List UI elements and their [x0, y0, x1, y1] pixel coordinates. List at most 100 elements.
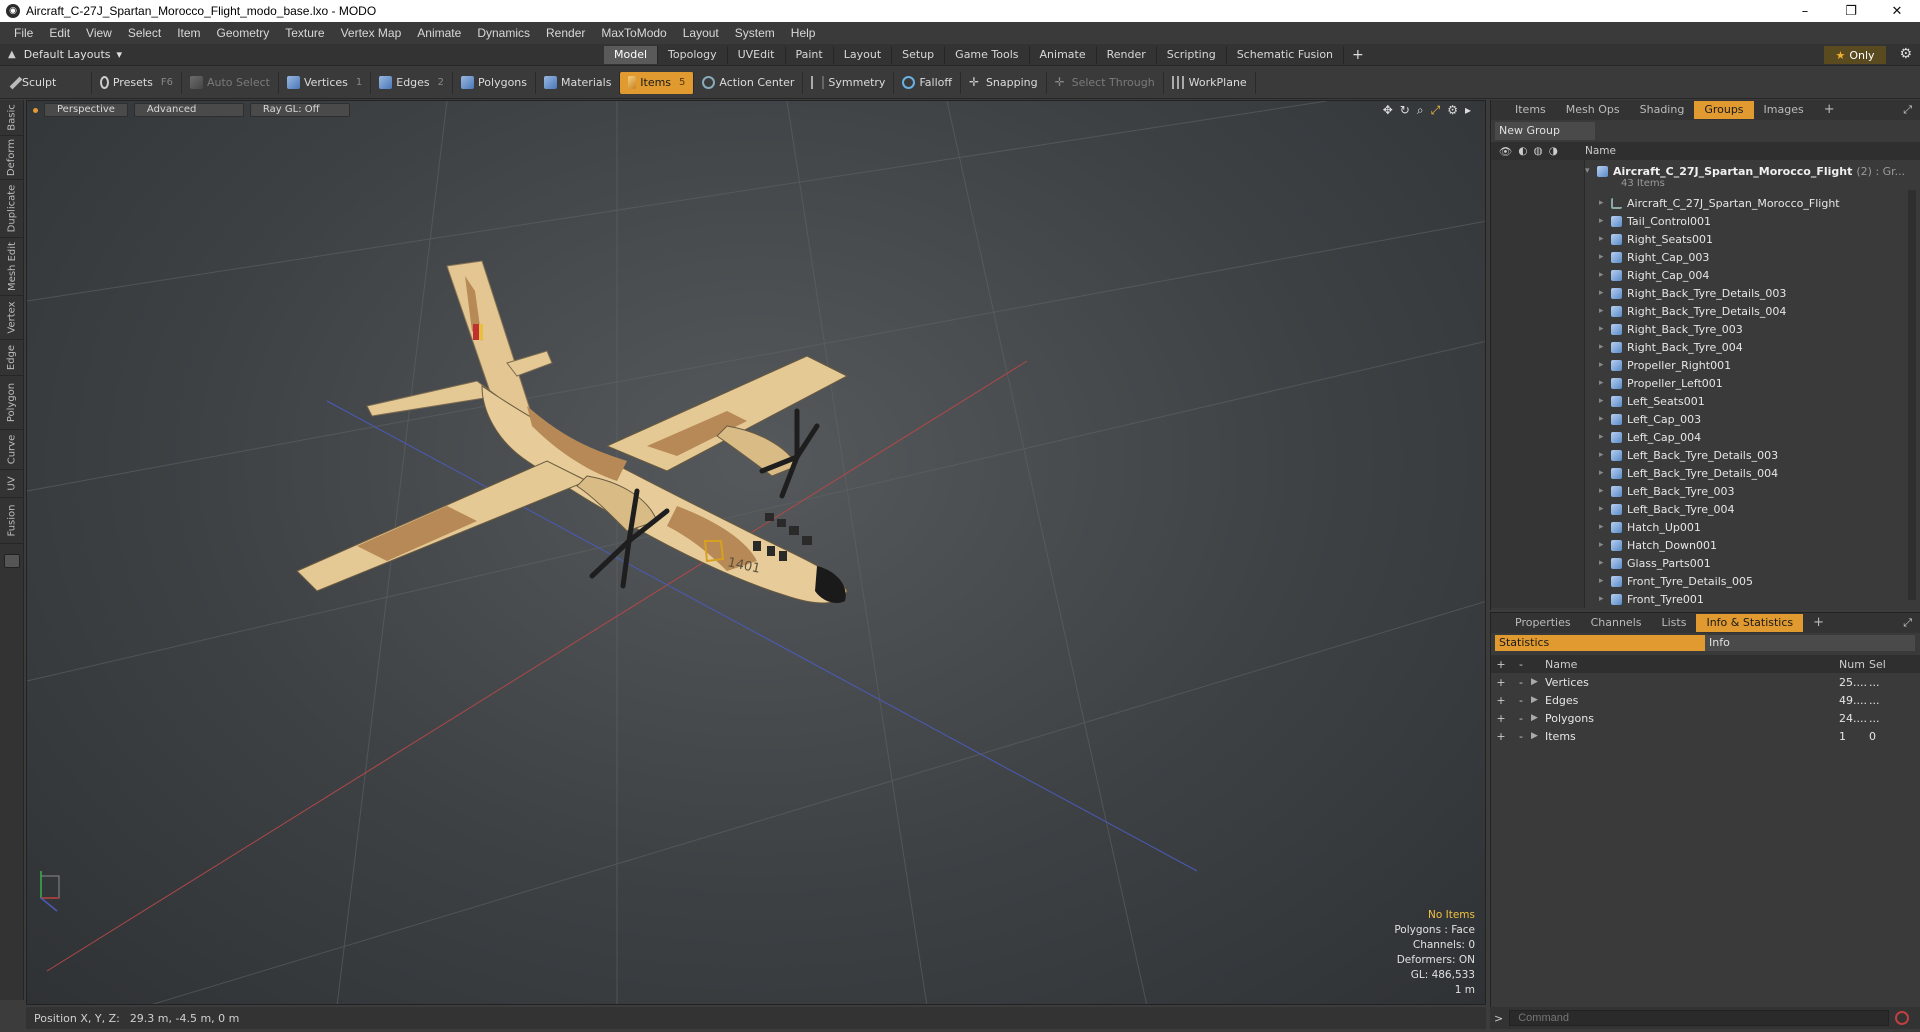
- expand-arrow-icon[interactable]: ▶: [1531, 731, 1543, 741]
- select-icon[interactable]: ◑: [1549, 145, 1558, 158]
- command-input[interactable]: [1509, 1010, 1890, 1026]
- menu-vertex-map[interactable]: Vertex Map: [333, 26, 410, 40]
- rotate-view-icon[interactable]: ↻: [1400, 103, 1410, 118]
- tab-game-tools[interactable]: Game Tools: [945, 46, 1030, 64]
- auto-select-button[interactable]: Auto Select: [182, 71, 279, 94]
- stat-row-items[interactable]: + - ▶ Items 1 0: [1491, 727, 1920, 745]
- 3d-viewport[interactable]: 1401 Perspective Advanced Ray GL: Off ✥ …: [26, 100, 1486, 1005]
- viewport-settings-icon[interactable]: ⚙: [1447, 103, 1458, 118]
- group-item-row[interactable]: ▸ Right_Back_Tyre_003: [1585, 320, 1743, 338]
- expand-arrow-icon[interactable]: ▸: [1599, 270, 1611, 280]
- items-scrollbar[interactable]: [1908, 190, 1916, 600]
- minimize-button[interactable]: –: [1782, 0, 1828, 22]
- vtab-mesh-edit[interactable]: Mesh Edit: [0, 238, 24, 296]
- vtab-polygon[interactable]: Polygon: [0, 376, 24, 430]
- name-column-header[interactable]: Name: [1585, 145, 1616, 157]
- view-mode-button[interactable]: Perspective: [44, 103, 128, 117]
- raygl-toggle[interactable]: Ray GL: Off: [249, 103, 350, 117]
- tab-topology[interactable]: Topology: [658, 46, 728, 64]
- shading-mode-button[interactable]: Advanced: [133, 103, 244, 117]
- expand-arrow-icon[interactable]: ▶: [1531, 713, 1543, 723]
- render-icon[interactable]: ◍: [1534, 145, 1543, 158]
- items-button[interactable]: Items 5: [620, 71, 695, 94]
- fit-view-icon[interactable]: ⤢: [1431, 103, 1441, 118]
- menu-dynamics[interactable]: Dynamics: [469, 26, 538, 40]
- lock-icon[interactable]: ◐: [1518, 145, 1527, 158]
- subtab-statistics[interactable]: Statistics: [1495, 635, 1705, 651]
- tab-info-statistics[interactable]: Info & Statistics: [1696, 614, 1804, 632]
- vtab-basic[interactable]: Basic: [0, 100, 24, 136]
- tab-uvedit[interactable]: UVEdit: [728, 46, 786, 64]
- panel-toggle-icon[interactable]: [4, 554, 20, 568]
- expand-arrow-icon[interactable]: ▸: [1599, 432, 1611, 442]
- tab-items[interactable]: Items: [1505, 101, 1556, 119]
- record-macro-icon[interactable]: [1895, 1011, 1910, 1025]
- tab-paint[interactable]: Paint: [786, 46, 834, 64]
- falloff-button[interactable]: Falloff: [894, 71, 961, 94]
- stat-row-polygons[interactable]: + - ▶ Polygons 24.... ...: [1491, 709, 1920, 727]
- expand-arrow-icon[interactable]: ▸: [1599, 540, 1611, 550]
- tab-groups[interactable]: Groups: [1694, 101, 1754, 119]
- remove-icon[interactable]: -: [1511, 730, 1531, 743]
- expand-arrow-icon[interactable]: ▸: [1599, 360, 1611, 370]
- expand-arrow-icon[interactable]: ▸: [1599, 306, 1611, 316]
- expand-arrow-icon[interactable]: ▸: [1599, 594, 1611, 604]
- expand-arrow-icon[interactable]: ▸: [1599, 558, 1611, 568]
- vtab-uv[interactable]: UV: [0, 470, 24, 498]
- group-item-row[interactable]: ▸ Left_Back_Tyre_Details_004: [1585, 464, 1778, 482]
- vtab-duplicate[interactable]: Duplicate: [0, 180, 24, 238]
- expand-arrow-icon[interactable]: ▸: [1599, 216, 1611, 226]
- collapse-arrow-icon[interactable]: ▾: [1585, 166, 1597, 176]
- expand-arrow-icon[interactable]: ▸: [1599, 486, 1611, 496]
- group-item-row[interactable]: ▸ Right_Back_Tyre_Details_004: [1585, 302, 1786, 320]
- tab-animate[interactable]: Animate: [1030, 46, 1097, 64]
- vtab-fusion[interactable]: Fusion: [0, 498, 24, 544]
- subtab-info[interactable]: Info: [1705, 635, 1915, 651]
- tab-model[interactable]: Model: [604, 46, 659, 64]
- tab-setup[interactable]: Setup: [892, 46, 946, 64]
- menu-texture[interactable]: Texture: [277, 26, 332, 40]
- workplane-button[interactable]: WorkPlane: [1164, 71, 1256, 94]
- menu-layout[interactable]: Layout: [675, 26, 727, 40]
- tab-render[interactable]: Render: [1097, 46, 1157, 64]
- group-item-row[interactable]: ▸ Left_Back_Tyre_Details_003: [1585, 446, 1778, 464]
- add-icon[interactable]: +: [1491, 676, 1511, 689]
- group-item-row[interactable]: ▸ Left_Back_Tyre_003: [1585, 482, 1734, 500]
- maximize-button[interactable]: ❐: [1828, 0, 1874, 22]
- menu-geometry[interactable]: Geometry: [209, 26, 278, 40]
- expand-arrow-icon[interactable]: ▸: [1599, 522, 1611, 532]
- menu-select[interactable]: Select: [120, 26, 169, 40]
- zoom-view-icon[interactable]: ⌕: [1417, 103, 1424, 118]
- add-tab-icon[interactable]: +: [1344, 46, 1372, 64]
- menu-view[interactable]: View: [78, 26, 120, 40]
- group-item-row[interactable]: ▸ Left_Cap_003: [1585, 410, 1701, 428]
- group-item-row[interactable]: ▸ Right_Cap_003: [1585, 248, 1709, 266]
- stat-name-header[interactable]: Name: [1543, 658, 1839, 671]
- edges-button[interactable]: Edges 2: [371, 71, 454, 94]
- action-center-button[interactable]: Action Center: [694, 71, 804, 94]
- expand-arrow-icon[interactable]: ▸: [1599, 234, 1611, 244]
- group-item-row[interactable]: ▸ Right_Back_Tyre_Details_003: [1585, 284, 1786, 302]
- add-icon[interactable]: +: [1491, 694, 1511, 707]
- expand-arrow-icon[interactable]: ▸: [1599, 324, 1611, 334]
- collapse-all-icon[interactable]: -: [1511, 658, 1531, 671]
- add-icon[interactable]: +: [1491, 730, 1511, 743]
- new-group-button[interactable]: New Group: [1495, 122, 1595, 140]
- group-item-row[interactable]: ▸ Front_Tyre_Details_005: [1585, 572, 1753, 590]
- eye-icon[interactable]: 👁: [1499, 145, 1512, 158]
- menu-file[interactable]: File: [6, 26, 41, 40]
- group-item-row[interactable]: ▸ Hatch_Down001: [1585, 536, 1717, 554]
- vtab-curve[interactable]: Curve: [0, 430, 24, 470]
- vtab-deform[interactable]: Deform: [0, 136, 24, 180]
- remove-icon[interactable]: -: [1511, 712, 1531, 725]
- group-item-row[interactable]: ▸ Tail_Control001: [1585, 212, 1711, 230]
- group-item-row[interactable]: ▸ Right_Seats001: [1585, 230, 1713, 248]
- remove-icon[interactable]: -: [1511, 676, 1531, 689]
- materials-button[interactable]: Materials: [536, 71, 621, 94]
- menu-maxtomodo[interactable]: MaxToModo: [593, 26, 674, 40]
- properties-expand-icon[interactable]: ⤢: [1903, 616, 1912, 630]
- stat-row-vertices[interactable]: + - ▶ Vertices 25.... ...: [1491, 673, 1920, 691]
- vtab-vertex[interactable]: Vertex: [0, 296, 24, 340]
- stat-row-edges[interactable]: + - ▶ Edges 49.... ...: [1491, 691, 1920, 709]
- snapping-button[interactable]: ✛ Snapping: [961, 71, 1047, 94]
